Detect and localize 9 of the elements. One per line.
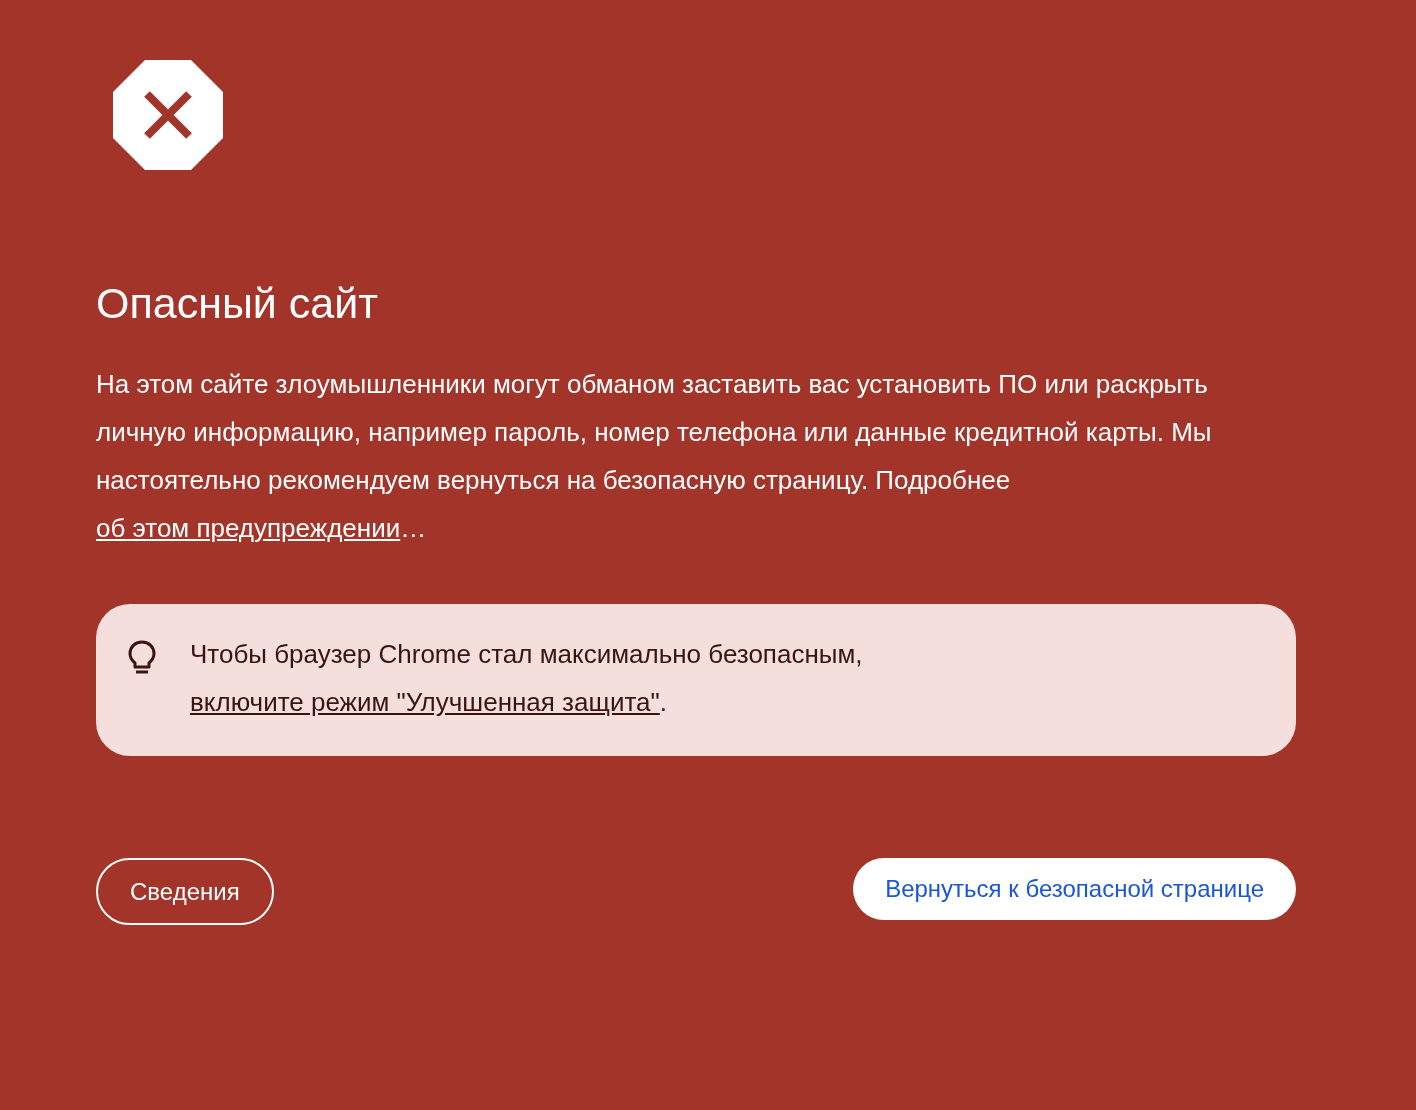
back-to-safety-button[interactable]: Вернуться к безопасной странице	[853, 858, 1296, 920]
warning-description: На этом сайте злоумышленники могут обманом заставить вас установить ПО или раскрыть личную информацию, например пароль, номер телефона или данные кредитной карты. Мы настоятельно рекомендуем вернуться на безопасную страницу. Подробнее об этом предупреждении…	[96, 368, 1213, 545]
page-heading: Опасный сайт	[96, 278, 379, 329]
enhanced-protection-link[interactable]: включите режим "Улучшенная защита"	[190, 687, 660, 717]
tip-text: Чтобы браузер Chrome стал максимально безопасным, включите режим "Улучшенная защита".	[190, 638, 864, 719]
lightbulb-icon	[128, 640, 156, 676]
details-button[interactable]: Сведения	[96, 858, 274, 925]
warning-link[interactable]: об этом предупреждении	[96, 513, 401, 543]
stop-sign-icon	[113, 60, 223, 170]
